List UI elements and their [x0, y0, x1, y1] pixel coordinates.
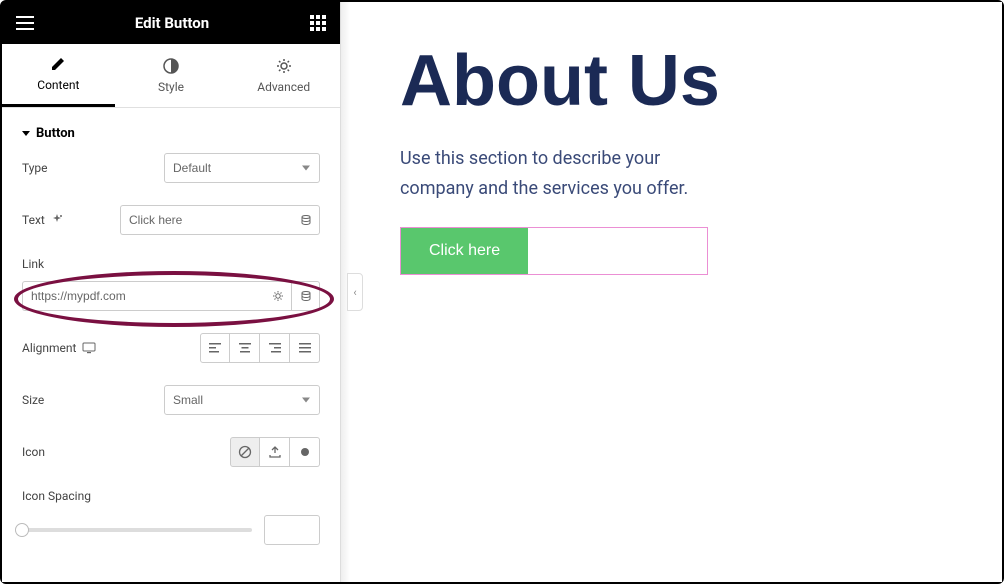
editor-topbar: Edit Button — [2, 2, 340, 44]
link-input[interactable] — [22, 281, 264, 311]
dynamic-tags-icon[interactable] — [292, 205, 320, 235]
type-select[interactable]: Default — [164, 153, 320, 183]
tab-content[interactable]: Content — [2, 44, 115, 107]
text-label: Text — [22, 213, 45, 227]
dynamic-tags-icon[interactable] — [292, 281, 320, 311]
tab-label: Advanced — [257, 80, 310, 94]
gear-icon — [276, 58, 292, 74]
section-header-button[interactable]: Button — [2, 108, 340, 153]
preview-paragraph: Use this section to describe your compan… — [400, 144, 720, 205]
alignment-label: Alignment — [22, 341, 76, 355]
control-alignment: Alignment — [22, 333, 320, 363]
collapse-handle[interactable]: ‹ — [347, 273, 363, 311]
tab-style[interactable]: Style — [115, 44, 228, 107]
align-right-button[interactable] — [260, 333, 290, 363]
ai-sparkle-icon[interactable] — [51, 214, 63, 226]
icon-spacing-label: Icon Spacing — [22, 489, 320, 503]
size-label: Size — [22, 393, 164, 407]
menu-icon[interactable] — [16, 16, 34, 30]
icon-library-button[interactable] — [290, 437, 320, 467]
preview-heading: About Us — [400, 44, 952, 120]
section-title: Button — [36, 126, 75, 141]
preview-cta-button[interactable]: Click here — [401, 228, 528, 274]
tab-advanced[interactable]: Advanced — [227, 44, 340, 107]
controls-panel: Type Default Text — [2, 153, 340, 545]
icon-label: Icon — [22, 445, 164, 459]
text-input[interactable] — [120, 205, 292, 235]
icon-none-button[interactable] — [230, 437, 260, 467]
link-options-icon[interactable] — [264, 281, 292, 311]
size-select[interactable]: Small — [164, 385, 320, 415]
panel-divider: ‹ — [340, 2, 350, 582]
editor-tabs: Content Style Advanced — [2, 44, 340, 108]
align-center-button[interactable] — [230, 333, 260, 363]
control-text: Text — [22, 205, 320, 235]
caret-down-icon — [22, 131, 30, 136]
chevron-left-icon: ‹ — [353, 286, 356, 299]
icon-upload-button[interactable] — [260, 437, 290, 467]
tab-label: Style — [158, 80, 184, 94]
link-label: Link — [22, 257, 44, 271]
widgets-icon[interactable] — [310, 15, 326, 31]
control-icon: Icon — [22, 437, 320, 467]
align-justify-button[interactable] — [290, 333, 320, 363]
control-link: Link — [22, 257, 320, 311]
contrast-icon — [163, 58, 179, 74]
pencil-icon — [50, 56, 66, 72]
editor-title: Edit Button — [135, 14, 209, 32]
control-type: Type Default — [22, 153, 320, 183]
preview-canvas: About Us Use this section to describe yo… — [350, 2, 1002, 582]
responsive-icon[interactable] — [82, 342, 96, 354]
button-element-frame[interactable]: Click here — [400, 227, 708, 275]
control-icon-spacing: Icon Spacing — [22, 489, 320, 545]
icon-spacing-value[interactable] — [264, 515, 320, 545]
type-label: Type — [22, 161, 164, 175]
slider-thumb[interactable] — [15, 523, 29, 537]
tab-label: Content — [37, 78, 79, 92]
editor-sidebar: Edit Button Content Style Advanced Butto… — [2, 2, 340, 582]
align-left-button[interactable] — [200, 333, 230, 363]
icon-spacing-slider[interactable] — [22, 528, 252, 532]
control-size: Size Small — [22, 385, 320, 415]
